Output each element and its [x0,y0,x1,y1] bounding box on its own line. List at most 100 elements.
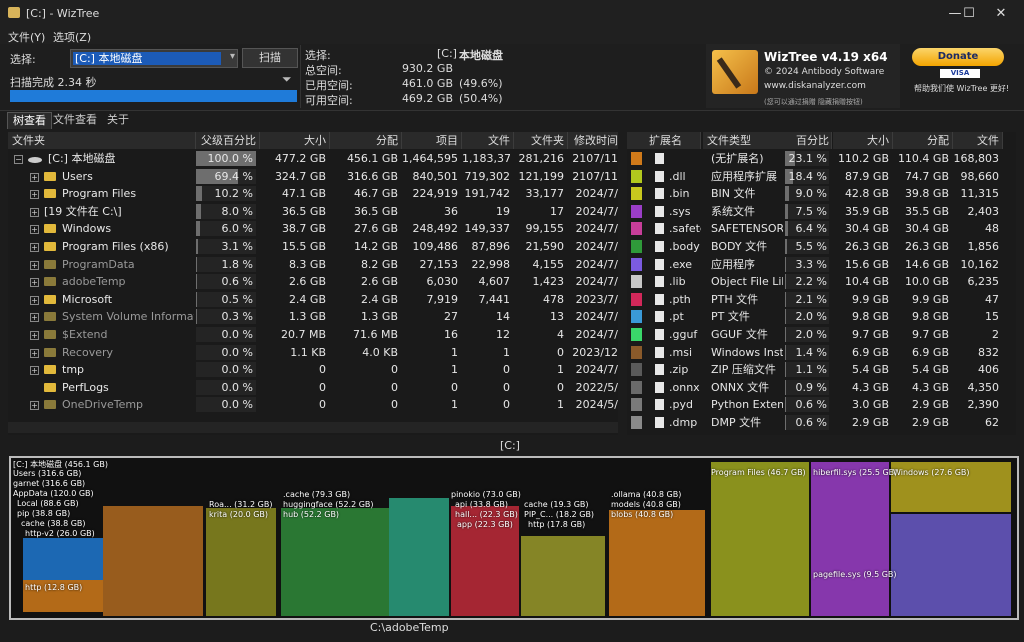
extension-row[interactable]: .safetensors SAFETENSORS 文件 6.4 % 30.4 GB 30… [627,220,1016,238]
expand-icon[interactable]: + [30,190,39,200]
parent-pct-bar: 6.0 % [196,221,256,237]
ext-alloc: 39.8 GB [904,187,949,201]
tree-row[interactable]: + Microsoft 0.5 % 2.4 GB 2.4 GB 7,919 7,441 478… [8,291,618,309]
col-ext-files[interactable]: 文件 [953,132,1003,149]
tree-row[interactable]: + tmp 0.0 % 0 0 1 0 1 2024/7/ [8,361,618,379]
folder-icon [44,259,56,269]
used-space-pct: (49.6%) [459,77,503,90]
close-button[interactable]: ✕ [978,0,1024,27]
expand-icon[interactable]: + [30,278,39,288]
expand-icon[interactable]: + [30,243,39,252]
col-parent-pct[interactable]: 父级百分比 [196,132,260,149]
tab-about[interactable]: 关于 [102,112,134,128]
col-folders[interactable]: 文件夹 [514,132,568,149]
menu-options[interactable]: 选项(Z) [53,29,91,45]
folder-icon [44,277,56,287]
extension-row[interactable]: .pt PT 文件 2.0 % 9.8 GB 9.8 GB 15 [627,308,1016,326]
expand-icon[interactable]: + [30,401,39,411]
tab-tree-view[interactable]: 树查看 [7,112,52,129]
extension-row[interactable]: .gguf GGUF 文件 2.0 % 9.7 GB 9.7 GB 2 [627,326,1016,344]
extension-row[interactable]: .bin BIN 文件 9.0 % 42.8 GB 39.8 GB 11,315 [627,185,1016,203]
drive-select[interactable]: [C:] 本地磁盘 ▾ [70,49,238,68]
extension-row[interactable]: .dll 应用程序扩展 18.4 % 87.9 GB 74.7 GB 98,660 [627,168,1016,186]
treemap-block[interactable] [521,536,605,616]
tree-row[interactable]: + Program Files (x86) 3.1 % 15.5 GB 14.2 GB 1… [8,238,618,256]
treemap-block[interactable] [103,506,203,616]
treemap-block[interactable] [609,510,705,616]
tree-row[interactable]: + Program Files 10.2 % 47.1 GB 46.7 GB 224,91… [8,185,618,203]
tree-row[interactable]: + Users 69.4 % 324.7 GB 316.6 GB 840,501 719,3… [8,168,618,186]
tree-files: 719,302 [464,169,511,183]
extension-row[interactable]: .sys 系统文件 7.5 % 35.9 GB 35.5 GB 2,403 [627,203,1016,221]
file-type-icon [655,417,664,428]
filter-icon[interactable]: ⏷ [282,72,292,87]
treemap[interactable]: [C:] 本地磁盘 (456.1 GB) Users (316.6 GB) garn… [9,456,1019,620]
tree-row[interactable]: PerfLogs 0.0 % 0 0 0 0 0 2022/5/ [8,379,618,397]
tab-file-view[interactable]: 文件查看 [48,112,102,128]
col-ext-size[interactable]: 大小 [833,132,893,149]
chevron-down-icon[interactable]: ▾ [230,51,235,62]
treemap-block[interactable] [281,508,389,616]
col-extension[interactable]: 扩展名 [627,132,701,149]
expand-icon[interactable]: + [30,225,39,235]
folder-tree-table[interactable]: 文件夹 父级百分比 大小 分配 项目 文件 文件夹 修改时间 − [C:] 本地磁… [8,132,618,435]
col-folder[interactable]: 文件夹 [8,132,196,149]
treemap-block[interactable] [389,498,449,616]
ext-alloc: 26.3 GB [904,240,949,253]
donate-button[interactable]: Donate [912,48,1004,66]
extension-row[interactable]: .exe 应用程序 3.3 % 15.6 GB 14.6 GB 10,162 [627,256,1016,274]
tree-row[interactable]: + Recovery 0.0 % 1.1 KB 4.0 KB 1 1 0 2023/12 [8,344,618,362]
extension-row[interactable]: (无扩展名) 23.1 % 110.2 GB 110.4 GB 168,803 [627,150,1016,168]
col-file-type[interactable]: 文件类型 [703,132,786,149]
col-percent[interactable]: 百分比 [785,132,832,149]
col-files[interactable]: 文件 [462,132,514,149]
extension-row[interactable]: .body BODY 文件 5.5 % 26.3 GB 26.3 GB 1,856 [627,238,1016,256]
treemap-block[interactable] [23,538,103,580]
tree-row[interactable]: + ProgramData 1.8 % 8.3 GB 8.2 GB 27,153 22,99… [8,256,618,274]
tree-row[interactable]: + OneDriveTemp 0.0 % 0 0 1 0 1 2024/5/ [8,396,618,414]
expand-icon[interactable]: + [30,295,39,305]
tree-hscrollbar[interactable] [8,422,618,433]
extension-row[interactable]: .pyd Python Extension 0.6 % 3.0 GB 2.9 GB 2,3… [627,396,1016,414]
treemap-block[interactable] [811,462,889,616]
col-items[interactable]: 项目 [402,132,462,149]
collapse-icon[interactable]: − [14,155,23,164]
scan-button[interactable]: 扫描 [242,48,298,68]
parent-pct: 0.0 % [221,398,253,412]
ext-size: 9.8 GB [851,310,889,324]
tree-row[interactable]: + $Extend 0.0 % 20.7 MB 71.6 MB 16 12 4 2024/7/ [8,326,618,344]
extension-row[interactable]: .msi Windows Installer 1.4 % 6.9 GB 6.9 GB 83… [627,344,1016,362]
expand-icon[interactable]: + [30,313,39,323]
treemap-block[interactable] [711,462,809,616]
extension-row[interactable]: .dmp DMP 文件 0.6 % 2.9 GB 2.9 GB 62 [627,414,1016,432]
treemap-block[interactable] [891,514,1011,616]
extension-table[interactable]: 扩展名 文件类型 百分比 大小 分配 文件 (无扩展名) 23.1 % 110.2 … [627,132,1016,435]
expand-icon[interactable]: + [30,331,39,340]
file-type-icon [655,170,664,182]
menu-file[interactable]: 文件(Y) [8,29,45,45]
tree-row[interactable]: + Windows 6.0 % 38.7 GB 27.6 GB 248,492 149,33… [8,220,618,238]
about-site-link[interactable]: www.diskanalyzer.com [764,81,866,91]
extension-row[interactable]: .zip ZIP 压缩文件 1.1 % 5.4 GB 5.4 GB 406 [627,361,1016,379]
expand-icon[interactable]: + [30,172,39,182]
tree-row[interactable]: + System Volume Information 0.3 % 1.3 GB 1.3… [8,308,618,326]
expand-icon[interactable]: + [30,260,39,270]
treemap-block[interactable] [206,508,276,616]
tree-alloc: 2.4 GB [360,292,398,306]
extension-row[interactable]: .lib Object File Library 2.2 % 10.4 GB 10.0 … [627,273,1016,291]
expand-icon[interactable]: + [30,366,39,376]
tree-row[interactable]: − [C:] 本地磁盘 100.0 % 477.2 GB 456.1 GB 1,464,5… [8,150,618,168]
col-allocated[interactable]: 分配 [330,132,402,149]
ext-size: 9.7 GB [851,328,889,341]
col-size[interactable]: 大小 [260,132,330,149]
extension-row[interactable]: .pth PTH 文件 2.1 % 9.9 GB 9.9 GB 47 [627,291,1016,309]
tree-row[interactable]: + [19 文件在 C:\] 8.0 % 36.5 GB 36.5 GB 36 19 17 20… [8,203,618,221]
expand-icon[interactable]: + [30,348,39,358]
file-type-icon [655,399,664,411]
expand-icon[interactable]: + [30,207,39,217]
col-ext-allocated[interactable]: 分配 [893,132,953,149]
tree-row[interactable]: + adobeTemp 0.6 % 2.6 GB 2.6 GB 6,030 4,607 1,4… [8,273,618,291]
tree-alloc: 316.6 GB [346,169,398,183]
col-modified[interactable]: 修改时间 [568,132,618,149]
extension-row[interactable]: .onnx ONNX 文件 0.9 % 4.3 GB 4.3 GB 4,350 [627,379,1016,397]
